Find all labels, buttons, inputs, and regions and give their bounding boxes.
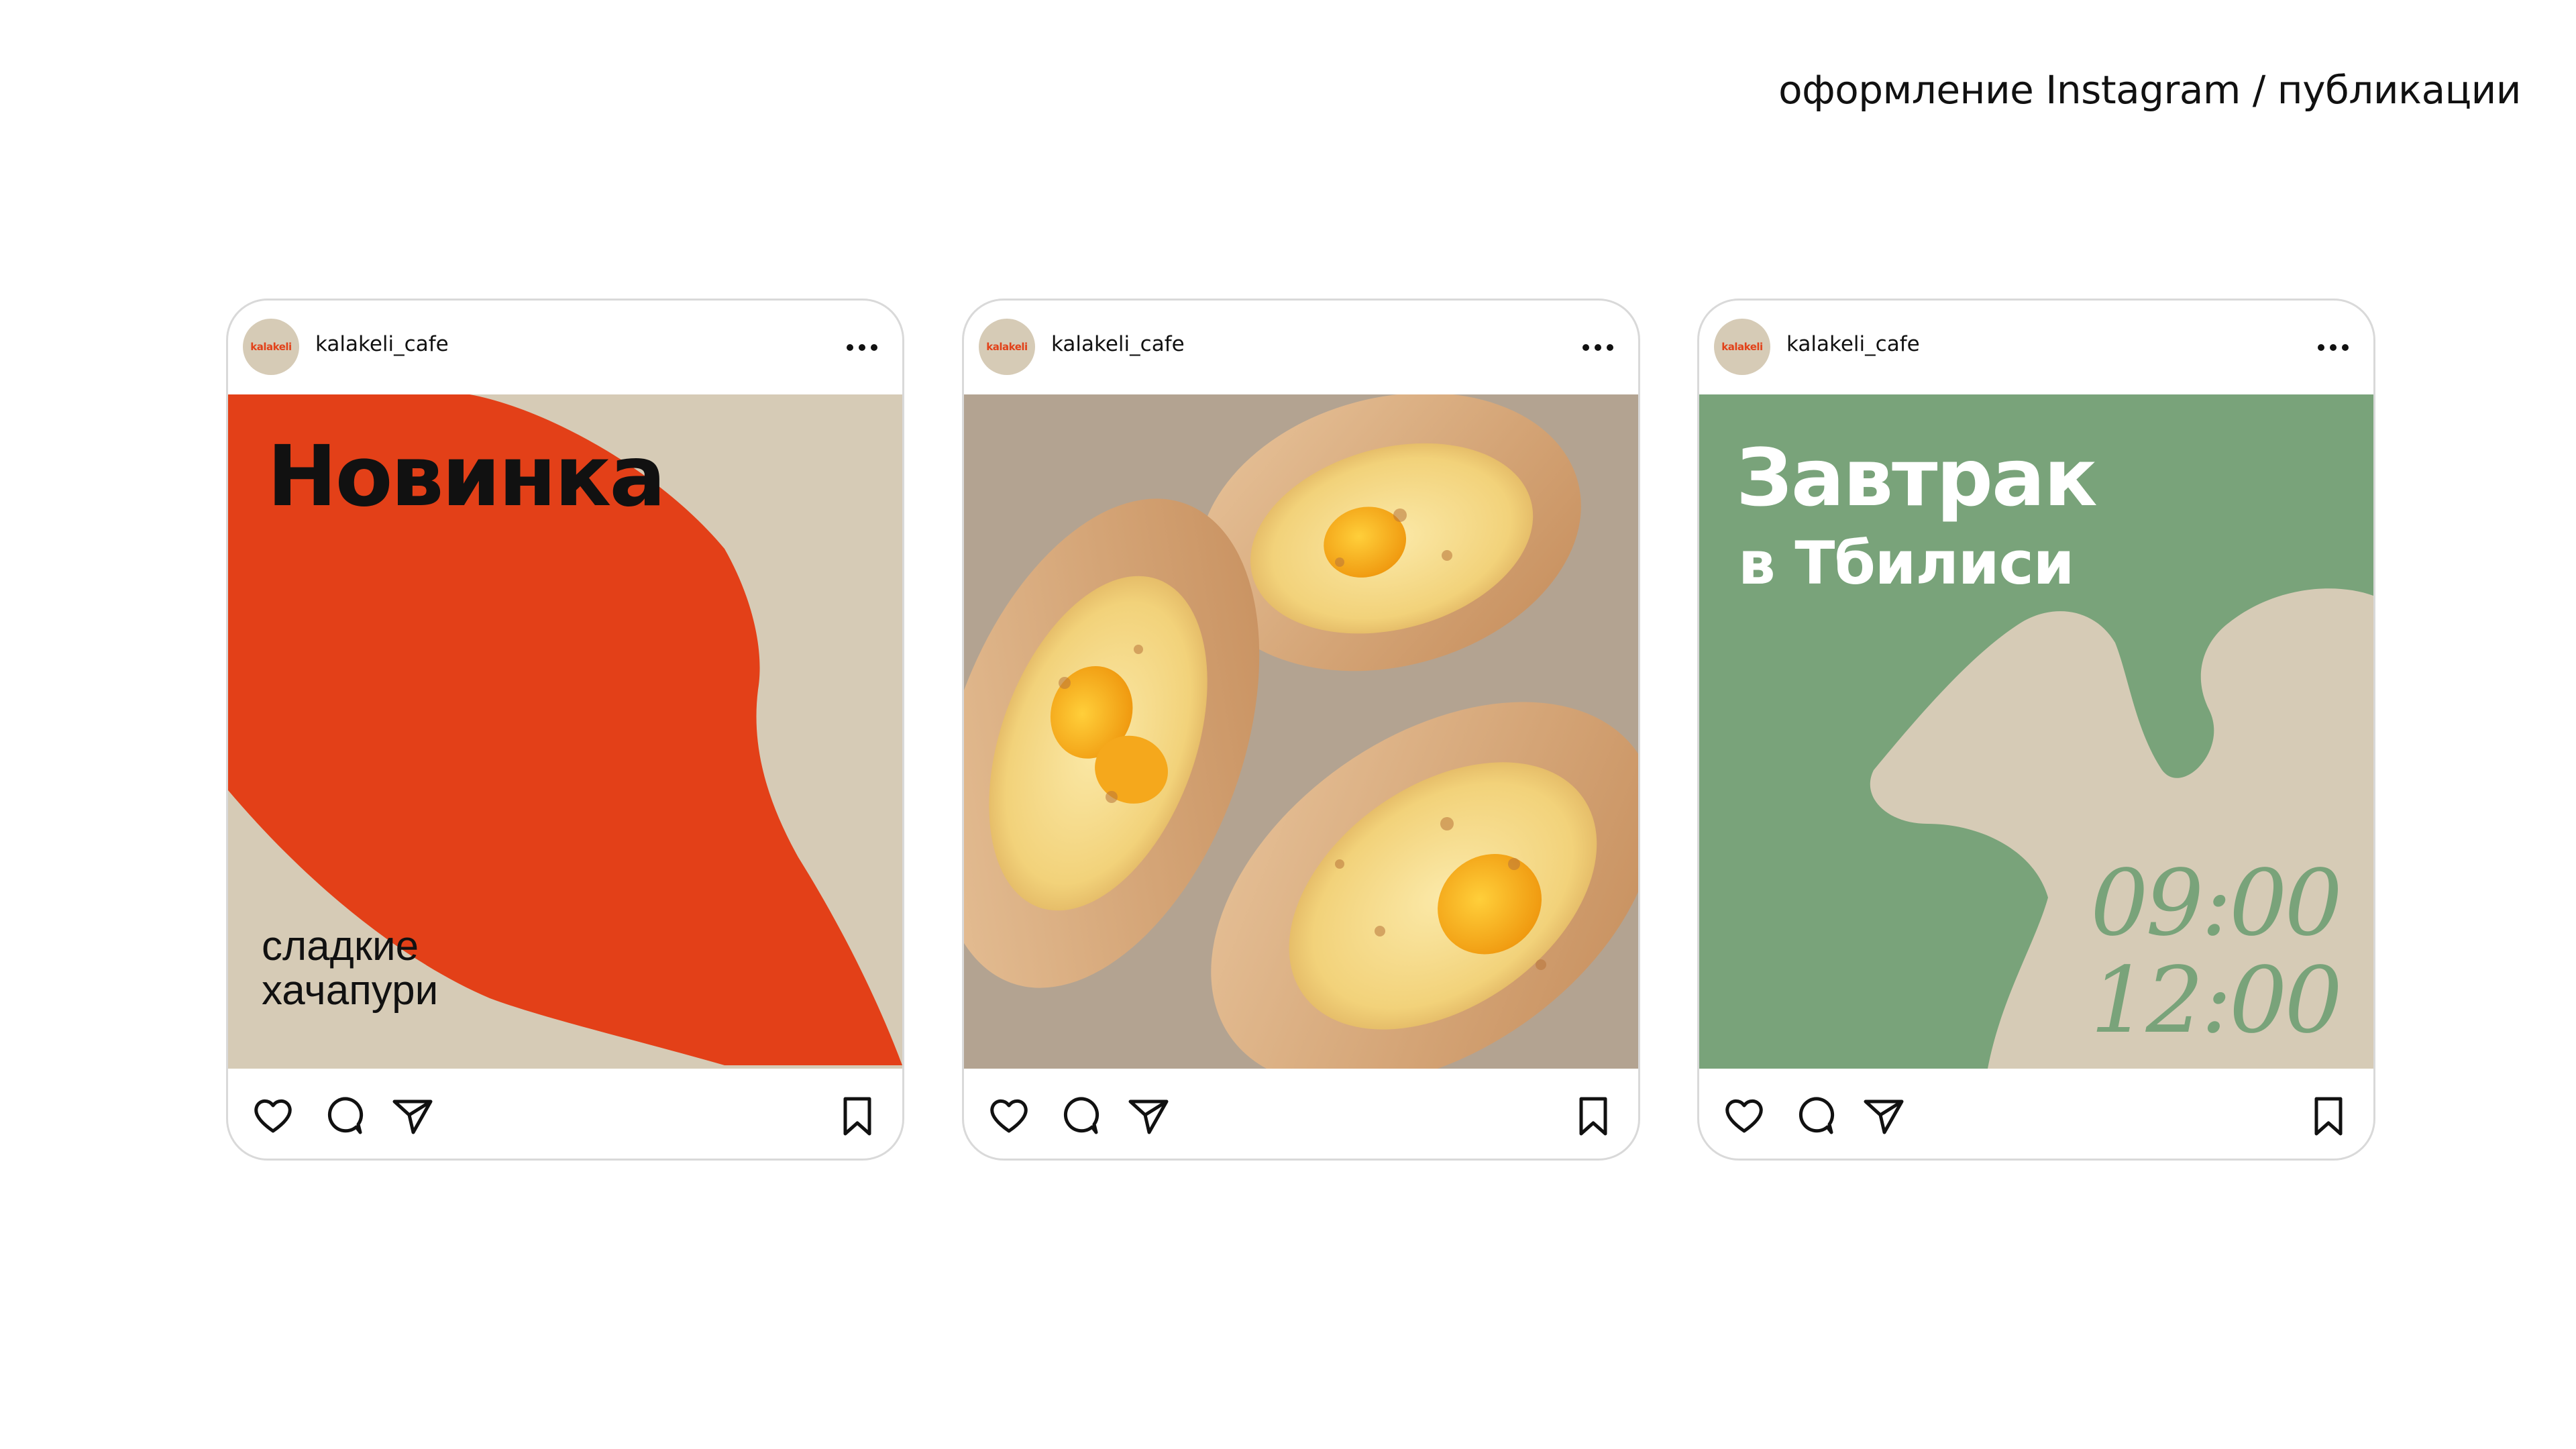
username[interactable]: kalakeli_cafe: [315, 332, 449, 356]
username[interactable]: kalakeli_cafe: [1786, 332, 1920, 356]
headline: Завтрак: [1736, 431, 2098, 524]
post-image[interactable]: Завтрак в Тбилиси 09:00 12:00: [1699, 394, 2373, 1069]
avatar-logo-text: kalakeli: [250, 341, 292, 353]
headline-line-2: в Тбилиси: [1738, 529, 2074, 598]
more-icon[interactable]: [1578, 335, 1618, 360]
send-icon[interactable]: [1860, 1092, 1907, 1139]
post-header: kalakeli kalakeli_cafe: [1699, 301, 2373, 394]
more-icon[interactable]: [842, 335, 882, 360]
avatar-logo-text: kalakeli: [1721, 341, 1763, 353]
more-icon[interactable]: [2313, 335, 2353, 360]
avatar-logo-text: kalakeli: [986, 341, 1028, 353]
post-actions: [964, 1069, 1638, 1159]
username[interactable]: kalakeli_cafe: [1051, 332, 1185, 356]
post-image-khachapuri-photo[interactable]: [964, 394, 1638, 1069]
instagram-post-card-3: kalakeli kalakeli_cafe Завтрак в Тбилиси…: [1697, 299, 2375, 1161]
instagram-post-card-1: kalakeli kalakeli_cafe Новинка сладкие х…: [226, 299, 904, 1161]
bookmark-icon[interactable]: [2305, 1092, 2352, 1139]
post-image[interactable]: Новинка сладкие хачапури: [228, 394, 902, 1069]
page-title: оформление Instagram / публикации: [1778, 67, 2521, 113]
post-actions: [228, 1069, 902, 1159]
comment-icon[interactable]: [320, 1092, 367, 1139]
comment-icon[interactable]: [1056, 1092, 1103, 1139]
instagram-post-card-2: kalakeli kalakeli_cafe: [962, 299, 1640, 1161]
comment-icon[interactable]: [1791, 1092, 1838, 1139]
heart-icon[interactable]: [1721, 1092, 1768, 1139]
send-icon[interactable]: [1125, 1092, 1172, 1139]
avatar[interactable]: kalakeli: [243, 319, 299, 375]
post-header: kalakeli kalakeli_cafe: [228, 301, 902, 394]
post-actions: [1699, 1069, 2373, 1159]
time-start: 09:00: [2090, 851, 2343, 957]
send-icon[interactable]: [389, 1092, 436, 1139]
avatar[interactable]: kalakeli: [979, 319, 1035, 375]
bookmark-icon[interactable]: [1570, 1092, 1617, 1139]
khachapuri-illustration: [964, 394, 1638, 1069]
heart-icon[interactable]: [250, 1092, 297, 1139]
heart-icon[interactable]: [985, 1092, 1032, 1139]
avatar[interactable]: kalakeli: [1714, 319, 1770, 375]
bookmark-icon[interactable]: [834, 1092, 881, 1139]
subtitle: сладкие хачапури: [262, 923, 439, 1014]
time-end: 12:00: [2090, 948, 2343, 1054]
headline: Новинка: [267, 428, 666, 525]
post-header: kalakeli kalakeli_cafe: [964, 301, 1638, 394]
